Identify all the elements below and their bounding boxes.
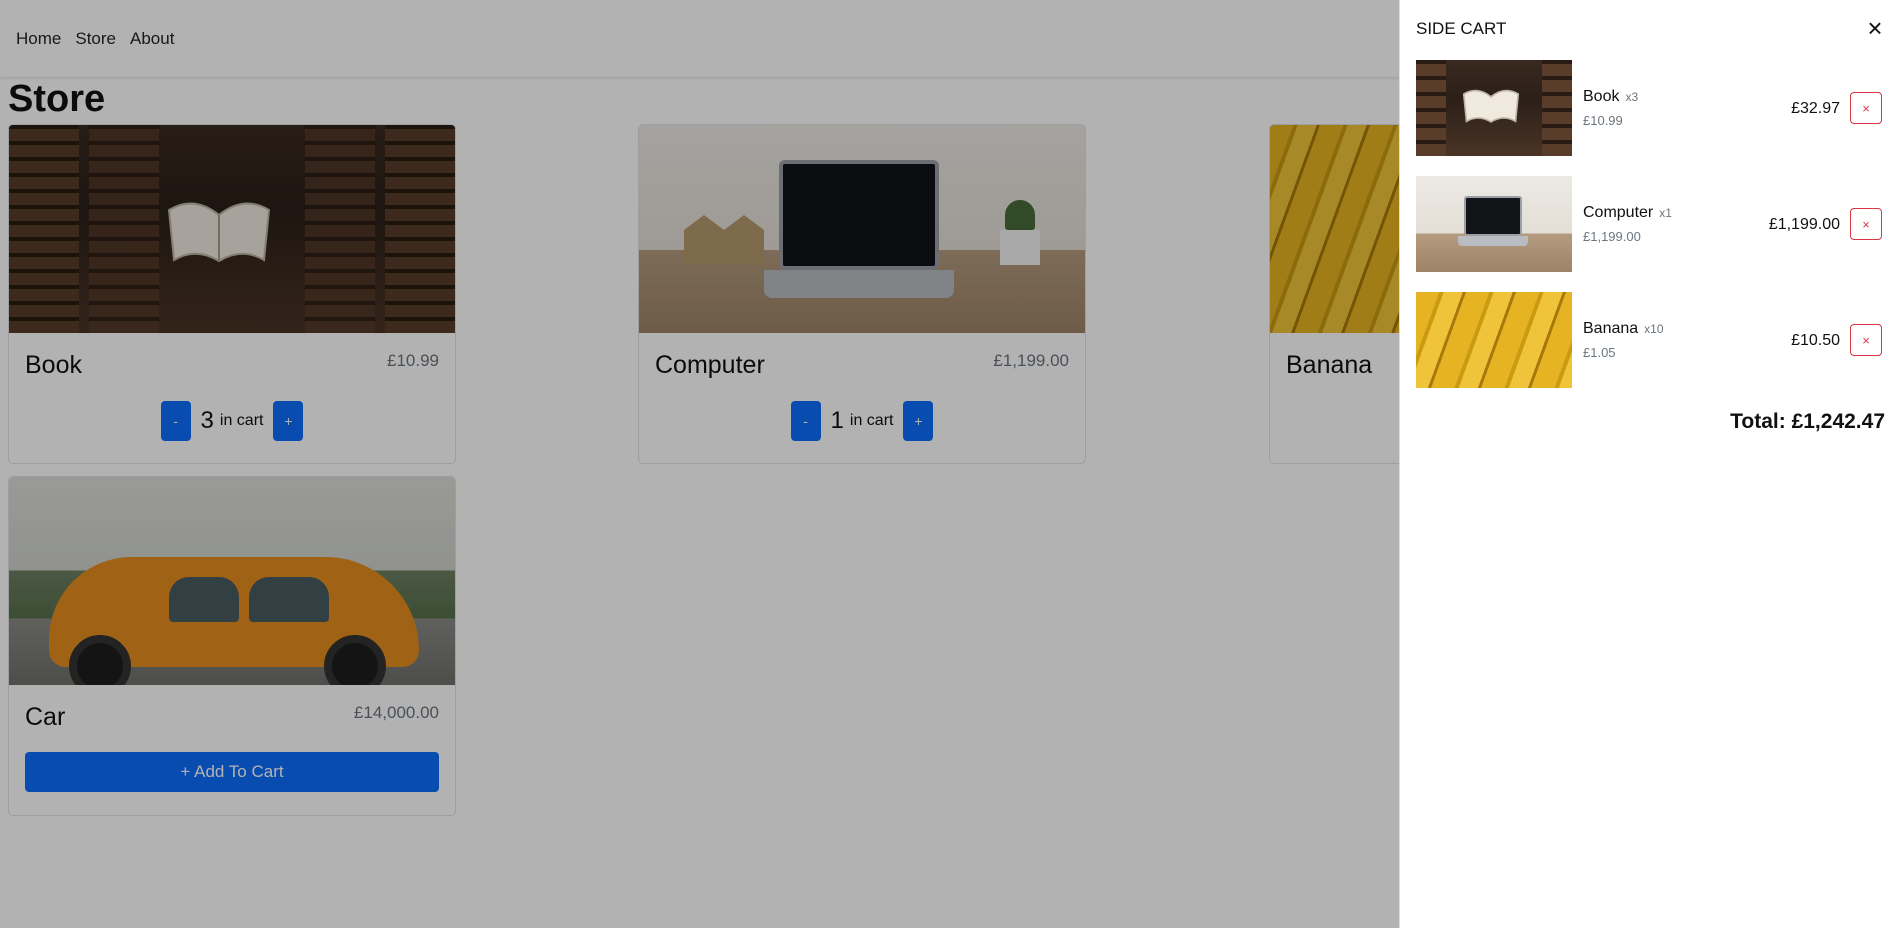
cart-item: Computer x1 £1,199.00 £1,199.00 × [1416, 176, 1882, 272]
cart-item-name-text: Book [1583, 88, 1620, 105]
cart-item-name: Computer x1 [1583, 204, 1672, 222]
cart-item-subtotal: £32.97 [1791, 100, 1840, 117]
cart-item-thumbnail [1416, 292, 1572, 388]
remove-item-button[interactable]: × [1850, 92, 1882, 124]
cart-item-qty: x1 [1659, 206, 1672, 220]
side-cart-panel: SIDE CART × Book x3 £10.99 £32.97 × Compu… [1399, 0, 1897, 928]
cart-item-thumbnail [1416, 60, 1572, 156]
cart-item-name-text: Banana [1583, 320, 1639, 337]
cart-item-qty: x10 [1644, 322, 1664, 336]
open-book-graphic [1462, 89, 1520, 123]
cart-title: SIDE CART [1416, 19, 1507, 38]
cart-item-subtotal: £1,199.00 [1768, 216, 1840, 233]
backdrop-overlay[interactable] [0, 0, 1399, 928]
remove-item-button[interactable]: × [1850, 208, 1882, 240]
close-icon[interactable]: × [1863, 15, 1887, 41]
cart-item-subtotal: £10.50 [1791, 332, 1840, 349]
cart-item-unit-price: £1,199.00 [1583, 229, 1641, 244]
cart-item-thumbnail [1416, 176, 1572, 272]
cart-item-name: Banana x10 [1583, 320, 1664, 338]
cart-item-unit-price: £10.99 [1583, 113, 1623, 128]
cart-item: Book x3 £10.99 £32.97 × [1416, 60, 1882, 156]
cart-item-name-text: Computer [1583, 204, 1654, 221]
cart-item-name: Book x3 [1583, 88, 1638, 106]
cart-item-qty: x3 [1625, 90, 1639, 104]
cart-item-unit-price: £1.05 [1583, 345, 1616, 360]
cart-total: Total: £1,242.47 [1730, 410, 1885, 433]
cart-item: Banana x10 £1.05 £10.50 × [1416, 292, 1882, 388]
remove-item-button[interactable]: × [1850, 324, 1882, 356]
